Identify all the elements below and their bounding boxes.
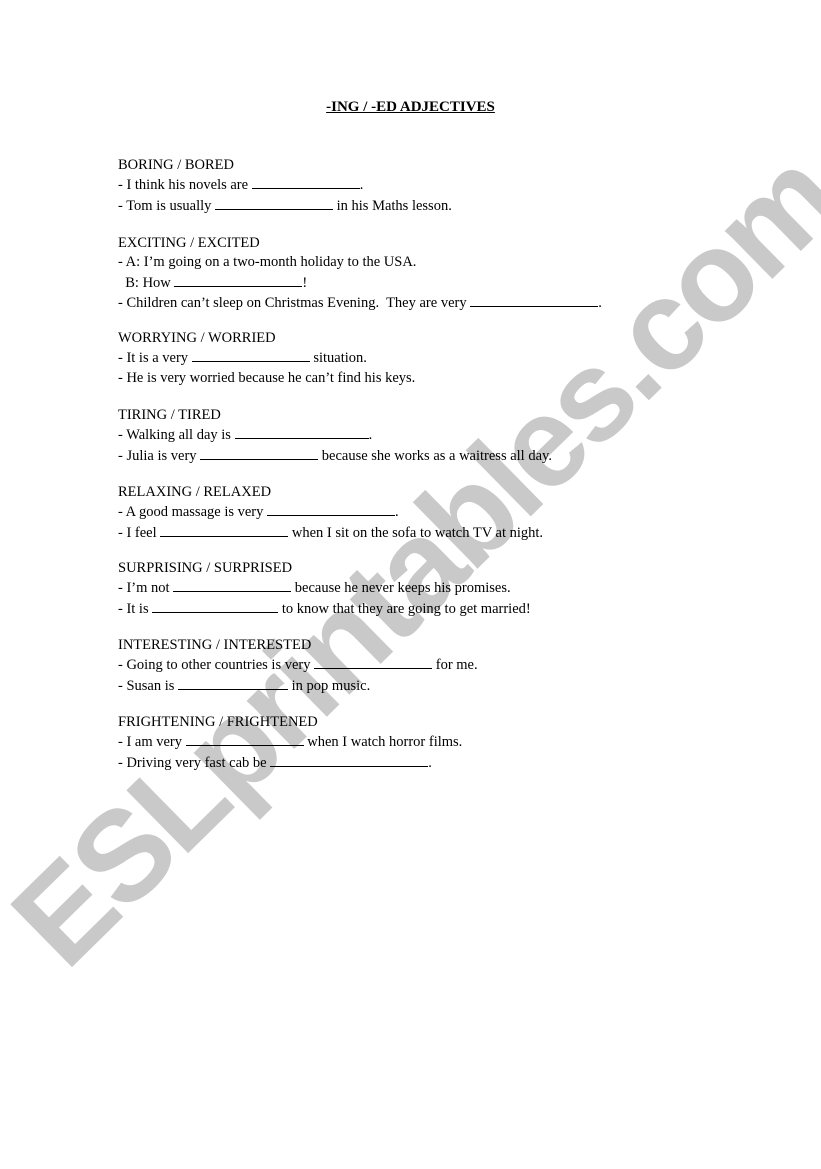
- exercise-sentence: - Tom is usually in his Maths lesson.: [118, 196, 452, 216]
- sentence-text: - I am very: [118, 734, 186, 751]
- exercise-sentence: - Driving very fast cab be .: [118, 753, 462, 773]
- sentence-text: because she works as a waitress all day.: [318, 447, 552, 464]
- sentence-text: when I watch horror films.: [303, 734, 463, 751]
- answer-blank[interactable]: [470, 293, 599, 307]
- exercise-section: EXCITING / EXCITED - A: I’m going on a t…: [118, 234, 602, 313]
- sentence-text: - I feel: [118, 524, 161, 541]
- exercise-sentence: - He is very worried because he can’t fi…: [118, 369, 416, 386]
- exercise-sentence: - It is to know that they are going to g…: [118, 599, 531, 619]
- exercise-section: BORING / BORED - I think his novels are …: [118, 156, 452, 216]
- sentence-text: - Tom is usually: [118, 197, 215, 214]
- exercise-section: FRIGHTENING / FRIGHTENED - I am very whe…: [118, 713, 462, 773]
- answer-blank[interactable]: [152, 599, 279, 613]
- sentence-text: .: [395, 504, 399, 521]
- exercise-sentence: - Going to other countries is very for m…: [118, 655, 478, 675]
- exercise-sentence: - Susan is in pop music.: [118, 676, 478, 696]
- exercise-section: WORRYING / WORRIED - It is a very situat…: [118, 329, 415, 388]
- sentence-text: .: [359, 177, 364, 194]
- section-heading: SURPRISING / SURPRISED: [118, 560, 293, 576]
- exercise-sentence: - I am very when I watch horror films.: [118, 732, 462, 752]
- exercise-sentence: - I feel when I sit on the sofa to watch…: [118, 523, 543, 543]
- sentence-text: to know that they are going to get marri…: [278, 600, 531, 617]
- answer-blank[interactable]: [267, 502, 396, 517]
- exercise-section: INTERESTING / INTERESTED - Going to othe…: [118, 636, 478, 696]
- sentence-text: - It is: [118, 600, 153, 617]
- sentence-text: - Susan is: [118, 677, 179, 694]
- sentence-text: .: [428, 754, 432, 771]
- worksheet-page: -ING / -ED ADJECTIVES BORING / BORED - I…: [0, 0, 821, 1169]
- answer-blank[interactable]: [178, 676, 289, 690]
- sentence-text: !: [302, 274, 308, 291]
- sentence-text: because he never keeps his promises.: [291, 580, 511, 597]
- answer-blank[interactable]: [234, 425, 369, 440]
- answer-blank[interactable]: [251, 175, 360, 190]
- answer-blank[interactable]: [160, 523, 289, 537]
- answer-blank[interactable]: [270, 753, 429, 767]
- section-heading: WORRYING / WORRIED: [118, 330, 276, 346]
- section-heading: EXCITING / EXCITED: [118, 235, 260, 251]
- answer-blank[interactable]: [314, 655, 433, 670]
- section-heading: INTERESTING / INTERESTED: [118, 637, 312, 653]
- section-heading: FRIGHTENING / FRIGHTENED: [118, 714, 318, 730]
- sentence-text: in his Maths lesson.: [333, 197, 452, 214]
- answer-blank[interactable]: [215, 196, 333, 210]
- exercise-sentence: - A: I’m going on a two-month holiday to…: [118, 254, 417, 271]
- sentence-text: - A good massage is very: [118, 504, 268, 521]
- exercise-section: RELAXING / RELAXED - A good massage is v…: [118, 483, 543, 543]
- answer-blank[interactable]: [174, 273, 303, 287]
- section-heading: BORING / BORED: [118, 157, 235, 173]
- section-heading: TIRING / TIRED: [118, 407, 221, 423]
- sentence-text: when I sit on the sofa to watch TV at ni…: [288, 524, 544, 541]
- exercise-sentence: - Children can’t sleep on Christmas Even…: [118, 293, 602, 313]
- sentence-text: .: [368, 427, 373, 444]
- exercise-sentence: - Julia is very because she works as a w…: [118, 446, 552, 466]
- sentence-text: B: How: [118, 274, 175, 291]
- sentence-text: - Walking all day is: [118, 427, 235, 444]
- sentence-text: - I’m not: [118, 580, 174, 597]
- sentence-text: - It is a very: [118, 350, 192, 367]
- answer-blank[interactable]: [200, 446, 319, 460]
- exercise-section: TIRING / TIRED - Walking all day is . - …: [118, 406, 552, 466]
- answer-blank[interactable]: [191, 348, 310, 363]
- sentence-text: .: [598, 294, 602, 311]
- section-heading: RELAXING / RELAXED: [118, 484, 272, 500]
- exercise-sentence: - I think his novels are .: [118, 175, 452, 195]
- sentence-text: - Driving very fast cab be: [118, 754, 271, 771]
- worksheet-title: -ING / -ED ADJECTIVES: [326, 99, 495, 115]
- sentence-text: in pop music.: [288, 677, 371, 694]
- exercise-sentence: - I’m not because he never keeps his pro…: [118, 578, 531, 598]
- exercise-sentence: - It is a very situation.: [118, 348, 415, 368]
- exercise-sentence: B: How !: [118, 273, 602, 293]
- answer-blank[interactable]: [173, 578, 292, 593]
- sentence-text: for me.: [432, 657, 478, 674]
- sentence-text: - Children can’t sleep on Christmas Even…: [118, 294, 471, 311]
- answer-blank[interactable]: [185, 732, 304, 747]
- sentence-text: - Going to other countries is very: [118, 657, 315, 674]
- exercise-sentence: - A good massage is very .: [118, 502, 543, 522]
- sentence-text: - I think his novels are: [118, 177, 252, 194]
- sentence-text: situation.: [309, 350, 367, 367]
- exercise-section: SURPRISING / SURPRISED - I’m not because…: [118, 559, 531, 619]
- sentence-text: - Julia is very: [118, 447, 201, 464]
- exercise-sentence: - Walking all day is .: [118, 425, 552, 445]
